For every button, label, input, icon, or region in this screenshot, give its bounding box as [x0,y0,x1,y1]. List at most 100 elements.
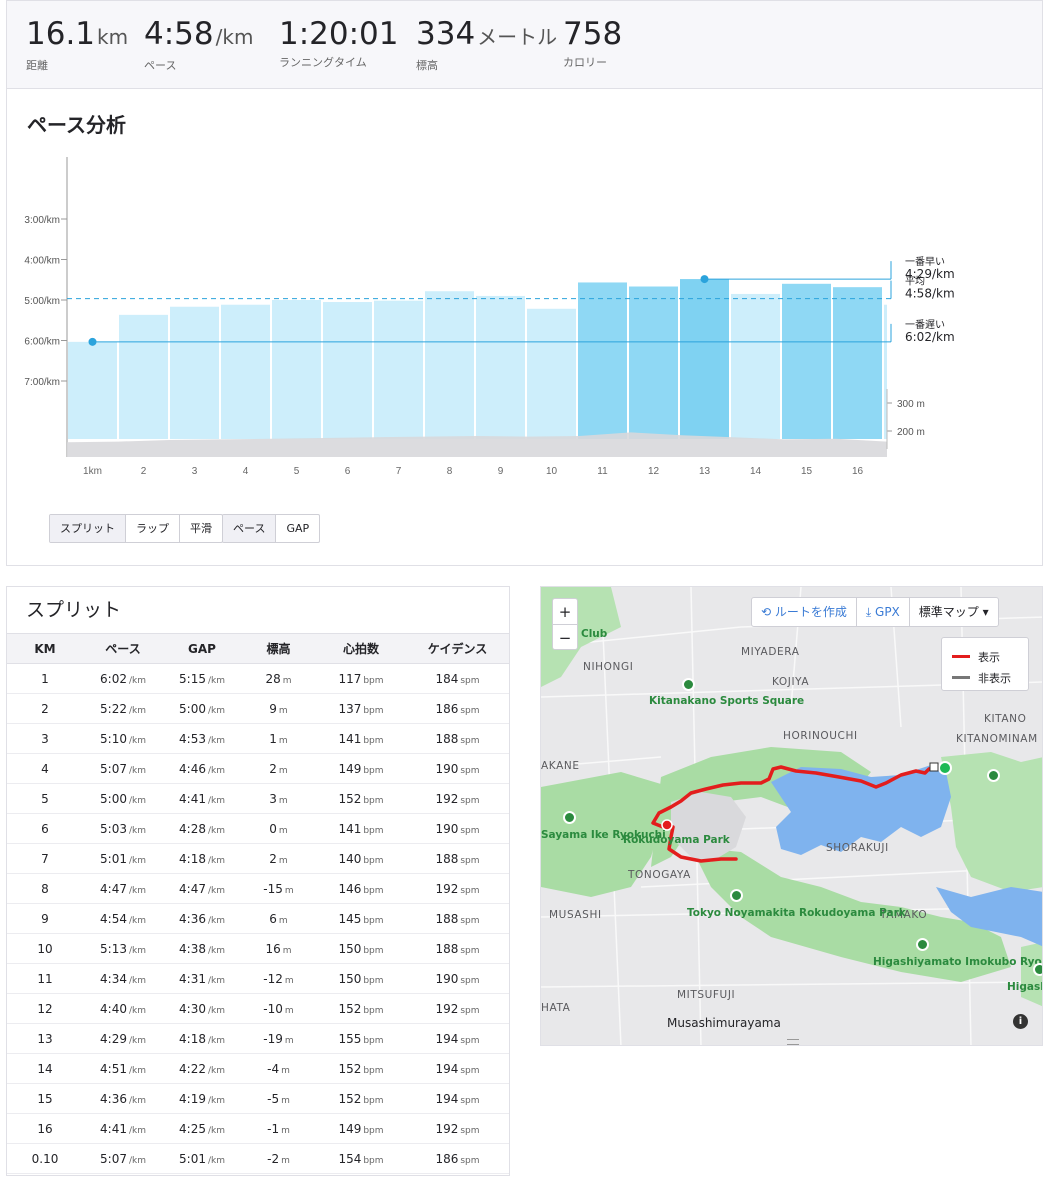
table-cell: 194 spm [406,1083,509,1114]
table-cell: 13 [7,1023,83,1054]
legend-swatch [952,655,970,658]
poi-label[interactable]: Kitanakano Sports Square [649,695,804,708]
table-cell: 9m [241,693,316,724]
x-tick-label: 14 [750,466,762,477]
x-tick-label: 7 [396,466,402,477]
mode-smooth-button[interactable]: 平滑 [180,515,222,542]
table-cell: 16 m [241,933,316,964]
zoom-out-button[interactable]: − [553,625,577,651]
legend-hidden[interactable]: 非表示 [952,667,1028,688]
y-tick-label: 3:00/km [24,215,60,226]
y-tick-label: 4:00/km [24,256,60,267]
x-tick-label: 15 [801,466,813,477]
gpx-download-button[interactable]: ⤓ GPX [857,598,910,626]
create-route-button[interactable]: ⟲ ルートを作成 [752,598,857,626]
col-gap: GAP [163,633,241,664]
caret-down-icon: ▾ [978,605,989,619]
stat-pace: 4:58/km ペース [144,15,253,73]
table-cell: 10 [7,933,83,964]
x-tick-label: 9 [498,466,504,477]
legend-visible[interactable]: 表示 [952,646,1028,667]
pace-bar [374,300,423,439]
poi-label[interactable]: Tokyo Noyamakita Rokudoyama Park [687,907,906,920]
table-cell: 5:00/km [163,693,241,724]
map-style-dropdown[interactable]: 標準マップ ▾ [910,598,998,626]
table-cell: 190 spm [406,813,509,844]
table-cell: 188 spm [406,843,509,874]
table-cell: -12 m [241,963,316,994]
pace-bar [68,341,117,439]
table-row: 12 4:40/km 4:30/km -10 m 152 bpm 192 spm [7,993,509,1024]
stat-unit: /km [215,25,254,49]
park-icon [682,678,695,691]
reference-value: 6:02/km [905,330,955,344]
mode-splits-button[interactable]: スプリット [50,515,126,542]
table-cell: 152 bpm [316,993,406,1024]
download-icon: ⤓ [865,605,876,619]
table-cell: 28 m [241,663,316,694]
metric-pace-button[interactable]: ペース [223,515,277,542]
mode-laps-button[interactable]: ラップ [126,515,180,542]
zoom-in-button[interactable]: + [553,599,577,625]
table-cell: 146 bpm [316,873,406,904]
table-cell: 150 bpm [316,933,406,964]
splits-table: KM ペース GAP 標高 心拍数 ケイデンス 1 6:02/km 5:15/km 2… [7,633,509,1174]
poi-label[interactable]: Rokudoyama Park [623,834,730,847]
y-tick-label: 5:00/km [24,296,60,307]
table-cell: 6m [241,903,316,934]
pace-bar [680,279,729,439]
route-map[interactable]: NIHONGI MIYADERA KOJIYA HORINOUCHI KITAN… [540,586,1043,1046]
table-cell: 4:34/km [83,963,163,994]
table-row: 6 5:03/km 4:28/km 0 m 141 bpm 190 spm [7,813,509,844]
table-cell: 149 bpm [316,1113,406,1144]
map-area-label: AKANE [541,760,580,772]
pace-bar [782,283,831,439]
pace-chart: 3:00/km 4:00/km 5:00/km 6:00/km 7:00/km 300 m… [24,157,955,477]
table-cell: 117 bpm [316,663,406,694]
stat-unit: メートル [477,25,558,49]
table-cell: 4:46/km [163,753,241,784]
poi-label[interactable]: Higashiyamato Imokubo Ryokuchi [873,956,1042,969]
splits-body: 1 6:02/km 5:15/km 28 m 117 bpm 184 spm 2 5:22/km 5:… [7,663,509,1174]
route-icon: ⟲ [761,605,775,619]
start-marker [938,761,952,775]
info-icon[interactable]: i [1013,1014,1028,1029]
table-cell: 4 [7,753,83,784]
y-tick-label: 7:00/km [24,377,60,388]
poi-label[interactable]: Club [581,628,607,641]
resize-handle[interactable] [787,1039,799,1045]
pace-bar [272,300,321,439]
x-tick-label: 13 [699,466,711,477]
map-city-label: Musashimurayama [667,1016,781,1030]
map-area-label: MITSUFUJI [677,989,736,1001]
pace-bar [476,295,525,439]
table-row: 9 4:54/km 4:36/km 6 m 145 bpm 188 spm [7,903,509,934]
map-area-label: KITANOMINAM [956,733,1038,745]
table-cell: -2 m [241,1143,316,1174]
park-icon [1033,963,1042,976]
metric-gap-button[interactable]: GAP [276,515,319,542]
table-cell: 4:18/km [163,1023,241,1054]
table-row: 1 6:02/km 5:15/km 28 m 117 bpm 184 spm [7,663,509,694]
table-cell: 149 bpm [316,753,406,784]
poi-label[interactable]: Higash Ryoku [1007,981,1042,994]
table-row: 16 4:41/km 4:25/km -1 m 149 bpm 192 spm [7,1113,509,1144]
table-row: 10 5:13/km 4:38/km 16 m 150 bpm 188 spm [7,933,509,964]
pace-bar [527,308,576,439]
table-cell: 190 spm [406,963,509,994]
table-cell: 5 [7,783,83,814]
table-cell: 192 spm [406,1113,509,1144]
pace-bar [578,282,627,439]
finish-marker [929,762,939,772]
table-cell: -15 m [241,873,316,904]
table-row: 7 5:01/km 4:18/km 2 m 140 bpm 188 spm [7,843,509,874]
table-cell: 2m [241,843,316,874]
pace-bar [119,314,168,439]
table-cell: 4:38/km [163,933,241,964]
table-cell: 4:47/km [83,873,163,904]
table-cell: 4:19/km [163,1083,241,1114]
table-cell: 7 [7,843,83,874]
table-cell: 152 bpm [316,783,406,814]
map-area-label: NIHONGI [583,661,634,673]
stat-label: 標高 [416,59,438,72]
